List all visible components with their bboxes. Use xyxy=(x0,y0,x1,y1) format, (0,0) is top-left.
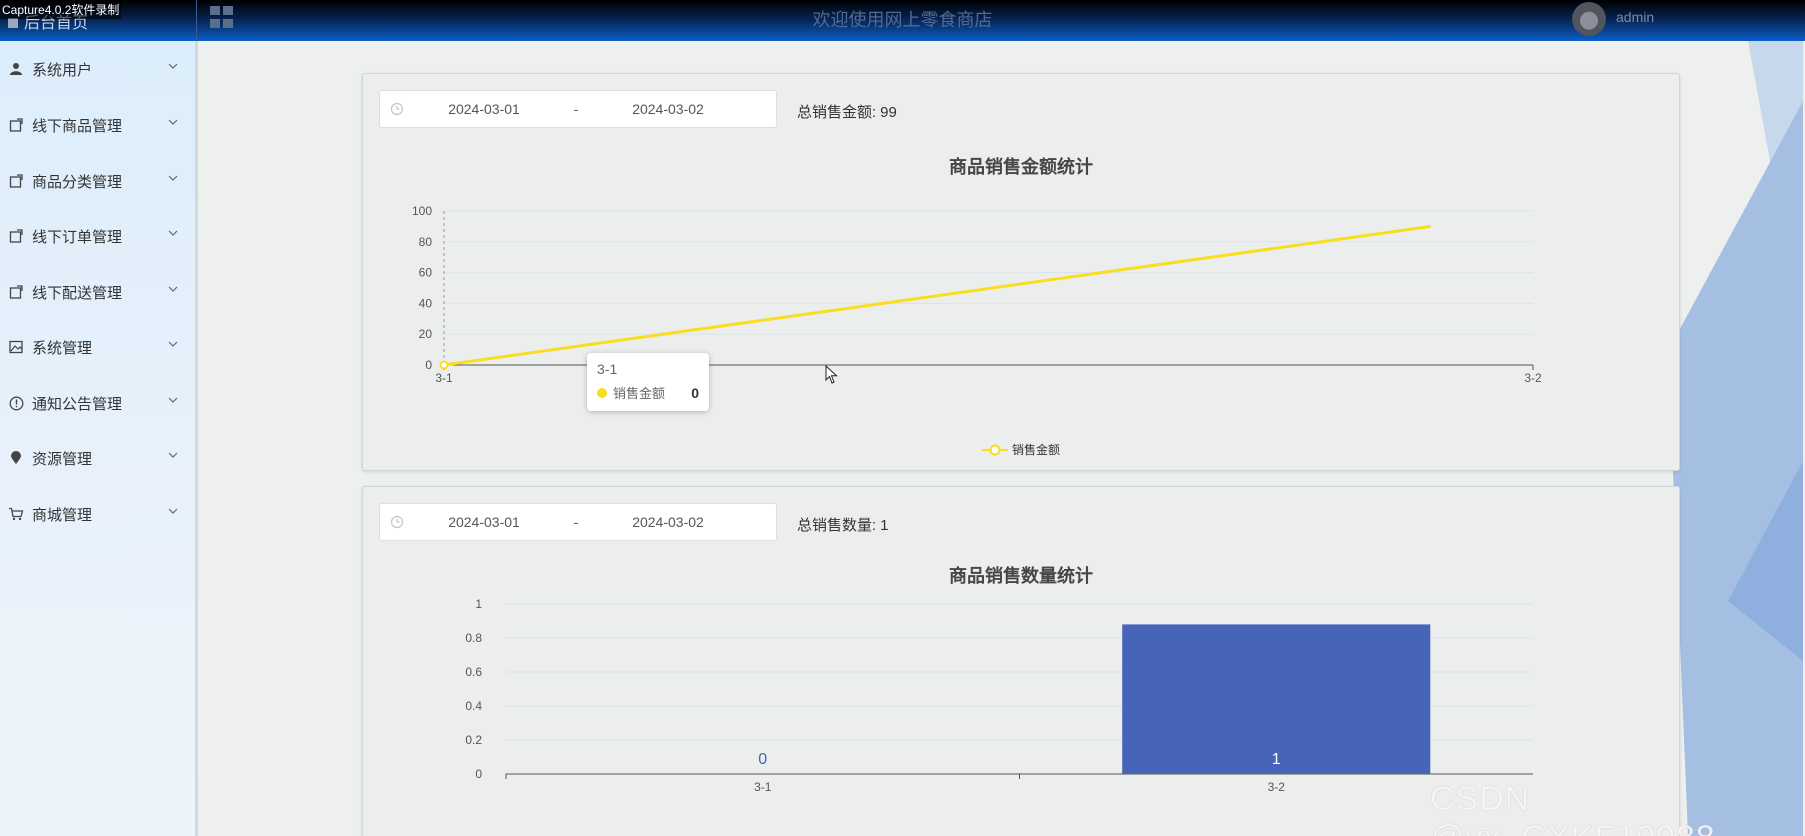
sidebar-item-system-management[interactable]: 系统管理 xyxy=(0,327,195,367)
mouse-cursor-icon xyxy=(825,365,838,384)
chevron-down-icon xyxy=(168,397,178,403)
chevron-down-icon xyxy=(168,63,178,69)
sidebar-item-offline-goods[interactable]: 线下商品管理 xyxy=(0,105,195,145)
y-tick-label: 0.6 xyxy=(465,665,482,679)
document-icon xyxy=(8,173,24,189)
y-tick-label: 40 xyxy=(419,296,433,310)
series-line xyxy=(443,224,1431,367)
y-tick-label: 0 xyxy=(475,767,482,781)
y-tick-label: 0.8 xyxy=(465,631,482,645)
chevron-down-icon xyxy=(168,230,178,236)
sidebar-item-label: 线下商品管理 xyxy=(32,117,123,135)
sidebar-item-offline-orders[interactable]: 线下订单管理 xyxy=(0,216,195,256)
chevron-down-icon xyxy=(168,175,178,181)
legend-marker-icon xyxy=(982,444,1008,455)
info-icon xyxy=(8,395,24,411)
sidebar-item-offline-delivery[interactable]: 线下配送管理 xyxy=(0,272,195,312)
sidebar-item-label: 资源管理 xyxy=(32,450,93,468)
sidebar-item-label: 商城管理 xyxy=(32,506,93,524)
cart-icon xyxy=(8,506,24,522)
username[interactable]: admin xyxy=(1616,9,1654,25)
tooltip-x-label: 3-1 xyxy=(597,361,618,377)
x-tick-label: 3-2 xyxy=(1524,371,1542,385)
capture-overlay-label: Capture4.0.2软件录制 xyxy=(0,0,122,19)
picture-icon xyxy=(8,339,24,355)
document-icon xyxy=(8,284,24,300)
top-bar: Capture4.0.2软件录制 后台首页 欢迎使用网上零食商店 admin xyxy=(0,0,1805,41)
sidebar-item-notice[interactable]: 通知公告管理 xyxy=(0,383,195,423)
sidebar-item-category[interactable]: 商品分类管理 xyxy=(0,161,195,201)
sidebar: 系统用户 线下商品管理 商品分类管理 线下订单管理 线下配送管理 系统管理 通知… xyxy=(0,41,198,836)
user-icon xyxy=(8,61,24,77)
series-marker xyxy=(597,387,607,398)
x-tick-label: 3-2 xyxy=(1268,780,1286,794)
site-title: 欢迎使用网上零食商店 xyxy=(812,10,993,30)
sidebar-item-label: 商品分类管理 xyxy=(32,173,123,191)
sidebar-item-label: 线下订单管理 xyxy=(32,228,123,246)
chart-legend[interactable]: 销售金额 xyxy=(982,441,1060,458)
document-icon xyxy=(8,117,24,133)
y-tick-label: 0.4 xyxy=(465,699,482,713)
chevron-down-icon xyxy=(168,341,178,347)
tooltip-series-name: 销售金额 xyxy=(613,386,666,401)
location-icon xyxy=(8,450,24,466)
document-icon xyxy=(8,228,24,244)
chevron-down-icon xyxy=(168,508,178,514)
chart-tooltip: 3-1 销售金额 0 xyxy=(587,353,709,411)
bar-data-label: 1 xyxy=(1272,751,1281,768)
main-content: 2024-03-01 - 2024-03-02 总销售金额: 99 商品销售金额统… xyxy=(198,41,1805,836)
avatar[interactable] xyxy=(1572,2,1606,36)
x-tick-label: 3-1 xyxy=(754,780,772,794)
sales-amount-card: 2024-03-01 - 2024-03-02 总销售金额: 99 商品销售金额统… xyxy=(362,73,1680,471)
sidebar-item-label: 通知公告管理 xyxy=(32,395,123,413)
chevron-down-icon xyxy=(168,452,178,458)
sidebar-item-mall[interactable]: 商城管理 xyxy=(0,494,195,534)
tooltip-value: 0 xyxy=(691,384,699,401)
chevron-down-icon xyxy=(168,286,178,292)
bar-data-label: 0 xyxy=(758,751,767,768)
y-tick-label: 60 xyxy=(419,266,433,280)
sidebar-item-system-users[interactable]: 系统用户 xyxy=(0,49,195,89)
y-tick-label: 1 xyxy=(475,597,482,611)
sidebar-item-label: 系统用户 xyxy=(32,61,93,79)
legend-label: 销售金额 xyxy=(1012,443,1061,457)
y-tick-label: 0 xyxy=(425,358,432,372)
y-tick-label: 20 xyxy=(419,327,433,341)
line-chart: 0 20 40 60 80 100 3-1 3-2 xyxy=(412,204,1542,385)
y-tick-label: 80 xyxy=(419,235,433,249)
data-point xyxy=(439,360,449,370)
x-tick-label: 3-1 xyxy=(435,371,453,385)
sidebar-item-label: 线下配送管理 xyxy=(32,284,123,302)
sidebar-item-resources[interactable]: 资源管理 xyxy=(0,438,195,478)
watermark: CSDN @vx_CXKF10088 xyxy=(1430,780,1715,836)
sidebar-item-label: 系统管理 xyxy=(32,339,93,357)
y-tick-label: 0.2 xyxy=(465,733,482,747)
y-tick-label: 100 xyxy=(412,204,432,218)
background-decoration xyxy=(1668,41,1803,836)
chevron-down-icon xyxy=(168,119,178,125)
